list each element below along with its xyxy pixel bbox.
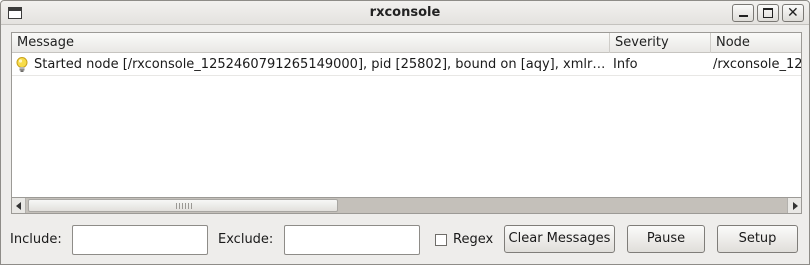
close-icon: ✕ [787, 5, 799, 21]
minimize-button[interactable] [732, 4, 754, 22]
cell-node: /rxconsole_12 [713, 57, 801, 72]
pause-button[interactable]: Pause [627, 225, 705, 253]
maximize-icon [763, 8, 773, 18]
scroll-left-button[interactable] [12, 198, 26, 213]
minimize-icon [739, 15, 748, 17]
scrollbar-thumb[interactable] [28, 199, 338, 212]
regex-label[interactable]: Regex [453, 232, 493, 247]
cell-severity: Info [613, 57, 638, 72]
clear-messages-button[interactable]: Clear Messages [504, 225, 615, 253]
setup-button[interactable]: Setup [717, 225, 798, 253]
column-header-node[interactable]: Node [711, 33, 801, 53]
column-header-message[interactable]: Message [12, 33, 610, 53]
arrow-right-icon [793, 202, 798, 210]
include-input[interactable] [72, 225, 208, 255]
scroll-right-button[interactable] [787, 198, 801, 213]
include-label: Include: [10, 232, 62, 247]
window-title: rxconsole [369, 5, 441, 20]
table-row[interactable]: Started node [/rxconsole_125246079126514… [12, 54, 801, 76]
grip-icon [176, 203, 192, 209]
lightbulb-icon [16, 57, 28, 72]
regex-checkbox[interactable] [435, 234, 447, 246]
exclude-input[interactable] [284, 225, 420, 255]
column-header-severity[interactable]: Severity [610, 33, 711, 53]
message-table[interactable]: Message Severity Node Started node [/rxc… [11, 32, 802, 198]
exclude-label: Exclude: [218, 232, 274, 247]
arrow-left-icon [16, 202, 21, 210]
close-button[interactable]: ✕ [782, 4, 804, 22]
table-header: Message Severity Node [12, 33, 801, 53]
horizontal-scrollbar[interactable] [11, 198, 802, 214]
title-bar[interactable]: rxconsole ✕ [1, 1, 809, 25]
maximize-button[interactable] [757, 4, 779, 22]
cell-message: Started node [/rxconsole_125246079126514… [34, 57, 608, 72]
rxconsole-window: rxconsole ✕ Message Severity Node Starte… [0, 0, 810, 265]
